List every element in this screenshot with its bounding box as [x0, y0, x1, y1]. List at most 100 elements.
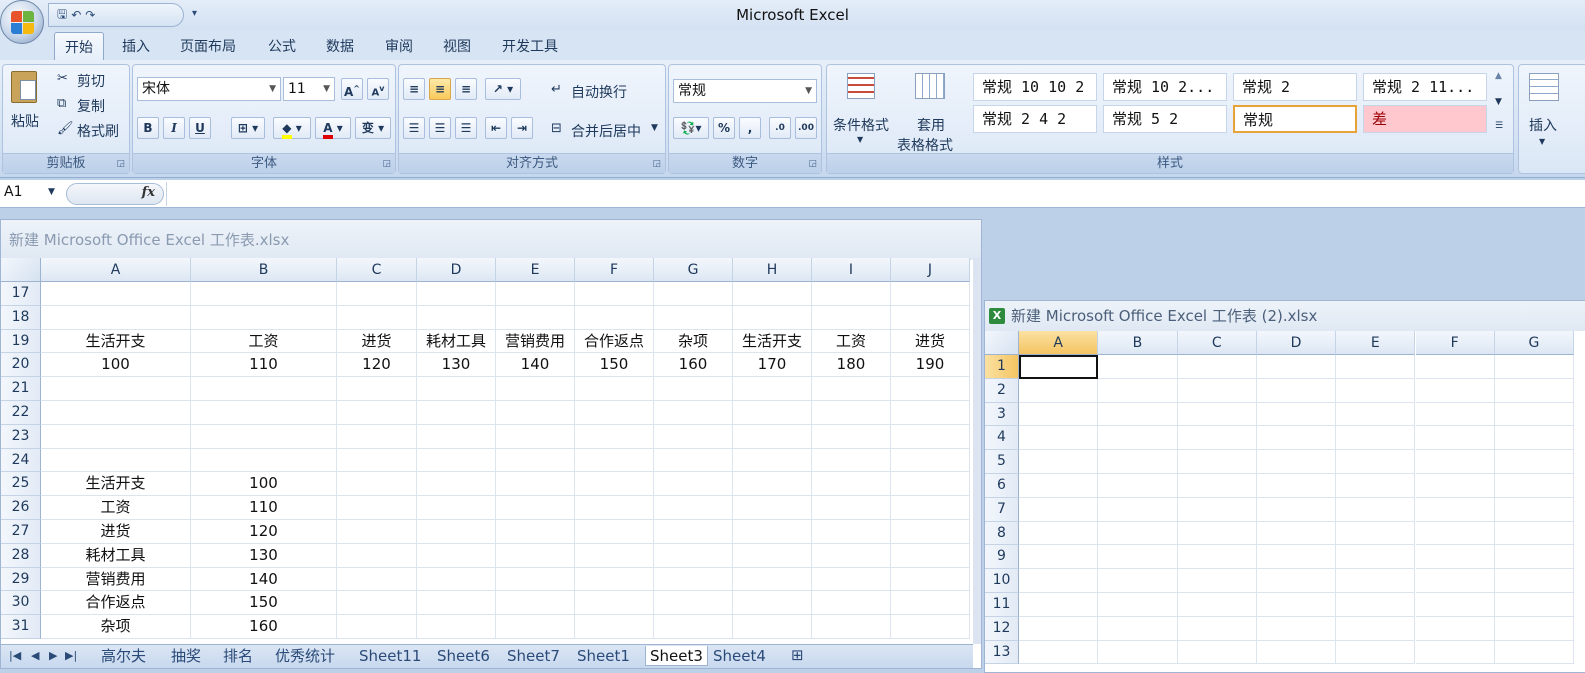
cell[interactable] — [417, 543, 496, 568]
cell[interactable] — [812, 591, 891, 616]
cell[interactable] — [654, 496, 733, 520]
cell[interactable] — [1415, 474, 1495, 498]
cell[interactable] — [891, 543, 970, 568]
cell[interactable] — [1177, 616, 1257, 641]
cell[interactable] — [654, 282, 733, 306]
column-header[interactable]: D — [417, 258, 496, 282]
cell[interactable] — [1494, 426, 1575, 451]
cell[interactable] — [1177, 378, 1257, 403]
cell[interactable] — [417, 496, 496, 520]
cell[interactable]: 140 — [496, 353, 575, 378]
cell[interactable] — [812, 282, 891, 306]
sheet-tab[interactable]: 排名 — [223, 646, 253, 666]
cell[interactable] — [733, 496, 812, 520]
tab-review[interactable]: 审阅 — [385, 36, 413, 56]
cell[interactable] — [812, 567, 891, 592]
cell[interactable] — [654, 567, 733, 592]
cell[interactable]: 100 — [41, 353, 191, 378]
cell[interactable] — [891, 282, 970, 306]
cell[interactable] — [1019, 521, 1099, 546]
row-header[interactable]: 8 — [985, 521, 1019, 546]
cell[interactable] — [1256, 426, 1337, 451]
cell[interactable] — [1177, 355, 1257, 379]
cell[interactable] — [417, 520, 496, 544]
formula-input[interactable] — [166, 182, 1583, 206]
cell[interactable]: 生活开支 — [733, 329, 812, 354]
clipboard-launcher-icon[interactable]: ◲ — [116, 159, 125, 169]
cell[interactable]: 120 — [191, 520, 337, 544]
cell[interactable] — [496, 377, 575, 401]
column-header[interactable]: D — [1256, 331, 1337, 355]
align-top-button[interactable]: ≡ — [403, 78, 425, 100]
cell[interactable] — [191, 282, 337, 306]
cell[interactable]: 生活开支 — [41, 329, 191, 354]
row-header[interactable]: 30 — [1, 591, 41, 616]
cell[interactable] — [1019, 545, 1099, 570]
style-cell-normal-5-2[interactable]: 常规 5 2 — [1103, 105, 1227, 133]
cell[interactable] — [496, 282, 575, 306]
cell[interactable] — [654, 472, 733, 497]
cell[interactable] — [1336, 521, 1416, 546]
row-header[interactable]: 2 — [985, 378, 1019, 403]
increase-indent-button[interactable]: ⇥ — [511, 117, 533, 139]
cell[interactable]: 110 — [191, 353, 337, 378]
cell[interactable] — [337, 567, 417, 592]
cell[interactable] — [417, 305, 496, 330]
row-header[interactable]: 3 — [985, 402, 1019, 427]
cell[interactable] — [496, 615, 575, 639]
cell[interactable] — [417, 401, 496, 425]
cell[interactable] — [1256, 402, 1337, 427]
cell[interactable]: 150 — [575, 353, 654, 378]
cell[interactable] — [654, 424, 733, 449]
cell[interactable] — [1494, 545, 1575, 570]
row-header[interactable]: 21 — [1, 377, 41, 401]
cell[interactable] — [654, 401, 733, 425]
row-header[interactable]: 13 — [985, 640, 1019, 665]
cell[interactable] — [891, 567, 970, 592]
sheet-tab[interactable]: 抽奖 — [171, 646, 201, 666]
row-header[interactable]: 18 — [1, 305, 41, 330]
cell[interactable] — [575, 615, 654, 639]
chevron-down-icon[interactable]: ▼ — [48, 187, 55, 197]
cell[interactable] — [1415, 497, 1495, 522]
cell[interactable]: 100 — [191, 472, 337, 497]
align-left-button[interactable]: ☰ — [403, 117, 425, 139]
cell[interactable]: 生活开支 — [41, 472, 191, 497]
cell[interactable] — [1336, 616, 1416, 641]
cell[interactable] — [1415, 616, 1495, 641]
first-sheet-icon[interactable]: |◀ — [9, 649, 21, 662]
column-header[interactable]: F — [1415, 331, 1495, 355]
shrink-font-button[interactable]: Av — [367, 78, 389, 100]
cell[interactable] — [812, 448, 891, 473]
cell[interactable] — [1177, 569, 1257, 593]
cell[interactable] — [1494, 378, 1575, 403]
cell[interactable] — [1336, 593, 1416, 617]
cell[interactable] — [1256, 593, 1337, 617]
column-header[interactable]: E — [496, 258, 575, 282]
cell[interactable]: 140 — [191, 567, 337, 592]
cell[interactable] — [191, 448, 337, 473]
style-cell-normal-2-11[interactable]: 常规 2 11... — [1363, 73, 1487, 101]
cell[interactable] — [1177, 545, 1257, 570]
cell[interactable] — [1019, 450, 1099, 474]
gallery-down-icon[interactable]: ▼ — [1495, 97, 1502, 107]
cell[interactable] — [1494, 474, 1575, 498]
cell[interactable] — [1098, 402, 1178, 427]
cell[interactable]: 杂项 — [654, 329, 733, 354]
column-header[interactable]: B — [1098, 331, 1178, 355]
row-header[interactable]: 9 — [985, 545, 1019, 570]
cell[interactable] — [1336, 497, 1416, 522]
cell[interactable] — [496, 401, 575, 425]
borders-button[interactable]: ⊞ ▾ — [231, 117, 265, 139]
cell[interactable] — [1494, 593, 1575, 617]
sheet-tab[interactable]: Sheet1 — [577, 646, 630, 666]
cell[interactable] — [337, 543, 417, 568]
cell[interactable] — [1256, 569, 1337, 593]
format-painter-button[interactable]: 格式刷 — [77, 121, 119, 141]
cell[interactable]: 160 — [654, 353, 733, 378]
column-header[interactable]: B — [191, 258, 337, 282]
sheet-tab[interactable]: Sheet4 — [713, 646, 766, 666]
cell[interactable] — [1494, 402, 1575, 427]
cell[interactable] — [733, 305, 812, 330]
row-header[interactable]: 5 — [985, 450, 1019, 474]
